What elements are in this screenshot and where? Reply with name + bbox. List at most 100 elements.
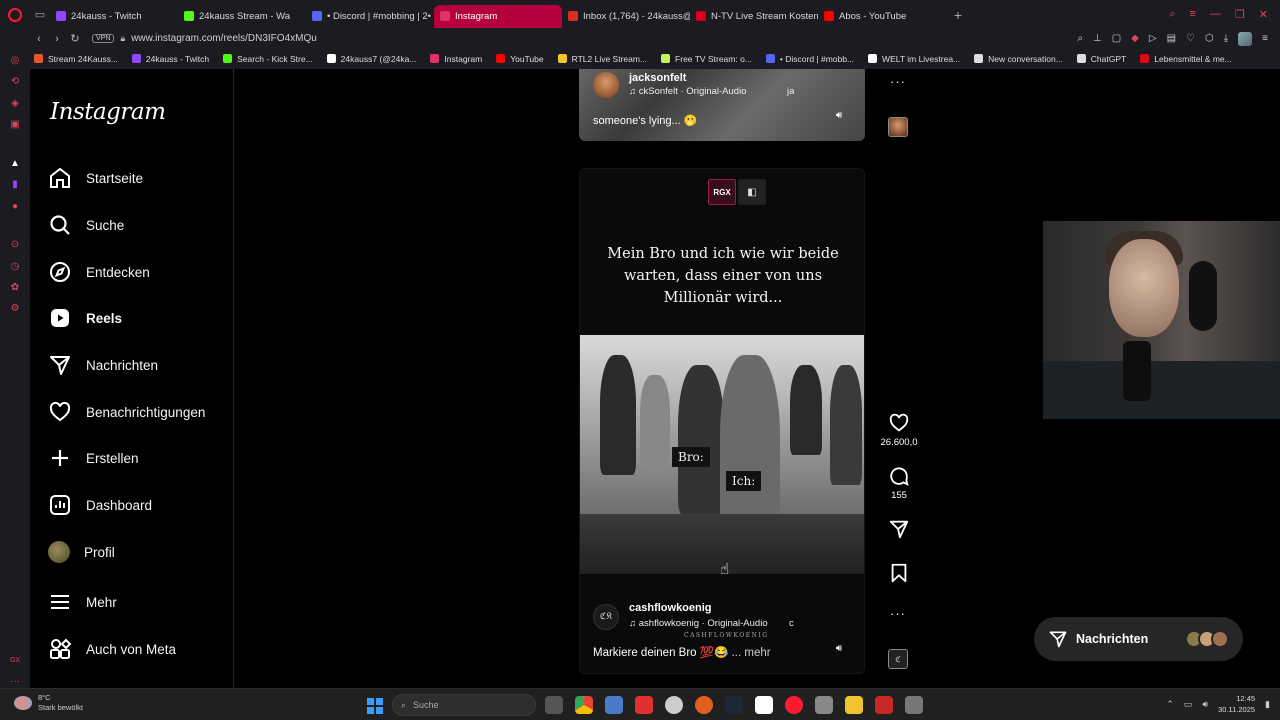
mouse-app-icon[interactable] bbox=[815, 696, 833, 714]
tab-menu-icon[interactable]: ▭ bbox=[30, 0, 50, 29]
bookmark-item[interactable]: Lebensmittel & me... bbox=[1140, 54, 1232, 64]
weather-widget[interactable]: 8°C Stark bewölkt bbox=[14, 693, 83, 713]
bookmark-item[interactable]: 24kauss7 (@24ka... bbox=[326, 54, 416, 64]
opera-taskbar-icon[interactable] bbox=[785, 696, 803, 714]
zoom-icon[interactable]: ⌕ bbox=[1077, 33, 1083, 44]
previous-reel-username[interactable]: jacksonfelt bbox=[629, 72, 686, 84]
new-tab-button[interactable]: + bbox=[946, 7, 970, 23]
nav-reels[interactable]: Reels bbox=[48, 298, 228, 338]
bookmark-item[interactable]: Instagram bbox=[430, 54, 482, 64]
bookmark-item[interactable]: 24kauss - Twitch bbox=[131, 54, 209, 64]
reel-video-frame[interactable]: Bro: Ich: bbox=[580, 335, 864, 574]
clock[interactable]: 12:45 30.11.2025 bbox=[1218, 693, 1255, 715]
bookmark-item[interactable]: • Discord | #mobb... bbox=[765, 54, 854, 64]
browser-tab[interactable]: Inbox (1,764) - 24kauss@ bbox=[562, 5, 690, 28]
browser-tab[interactable]: • Discord | #mobbing | 2• bbox=[306, 5, 434, 28]
bookmark-item[interactable]: Stream 24Kauss... bbox=[34, 54, 118, 64]
minimize-button[interactable]: — bbox=[1210, 8, 1221, 21]
notepad-icon[interactable] bbox=[605, 696, 623, 714]
windows-start-icon[interactable] bbox=[367, 698, 383, 714]
snapshot-icon[interactable]: ▢ bbox=[1112, 33, 1121, 44]
browser-tab[interactable]: 24kauss - Twitch bbox=[50, 5, 178, 28]
previous-reel-audio[interactable]: ♫ ckSonfelt · Original-Audio bbox=[629, 86, 746, 97]
search-tabs-icon[interactable]: ⌕ bbox=[1169, 8, 1175, 21]
tab-stack-icon[interactable]: ≡ bbox=[1189, 8, 1195, 21]
file-explorer-icon[interactable] bbox=[845, 696, 863, 714]
comment-action[interactable]: 155 bbox=[885, 465, 913, 501]
gx-icon[interactable]: ▣ bbox=[8, 118, 22, 131]
url-field[interactable]: www.instagram.com/reels/DN3IFO4xMQu bbox=[131, 33, 317, 44]
bookmark-item[interactable]: Search - Kick Stre... bbox=[223, 54, 313, 64]
player-icon[interactable]: ▷ bbox=[1149, 33, 1157, 44]
task-view-icon[interactable] bbox=[545, 696, 563, 714]
bookmark-item[interactable]: New conversation... bbox=[974, 54, 1063, 64]
steam-icon[interactable] bbox=[725, 696, 743, 714]
wallet-icon[interactable]: ▤ bbox=[1167, 33, 1176, 44]
reel-audio-link[interactable]: ♫ ashflowkoenig · Original-Audio bbox=[629, 618, 768, 629]
previous-reel-avatar[interactable] bbox=[593, 72, 619, 98]
download-icon[interactable]: ⤓ bbox=[1224, 33, 1228, 44]
speed-dial-icon[interactable]: ◎ bbox=[8, 54, 22, 67]
shield-icon[interactable]: ◆ bbox=[1131, 33, 1139, 44]
forward-button[interactable]: › bbox=[48, 33, 66, 45]
chrome-icon[interactable] bbox=[575, 696, 593, 714]
network-icon[interactable]: ▭ bbox=[1184, 699, 1193, 710]
obs-icon[interactable] bbox=[665, 696, 683, 714]
nav-dashboard[interactable]: Dashboard bbox=[48, 485, 228, 525]
messages-button[interactable]: Nachrichten bbox=[1034, 617, 1243, 661]
extensions-sidebar-icon[interactable]: ✿ bbox=[8, 281, 22, 294]
heart-icon[interactable]: ♡ bbox=[1186, 33, 1195, 44]
bookmark-item[interactable]: ChatGPT bbox=[1076, 54, 1126, 64]
bookmark-item[interactable]: RTL2 Live Stream... bbox=[557, 54, 647, 64]
aria-icon[interactable]: ⟲ bbox=[8, 75, 22, 88]
gx-corner-icon[interactable]: GX bbox=[8, 653, 22, 666]
nav-home[interactable]: Startseite bbox=[48, 158, 228, 198]
settings-taskbar-icon[interactable] bbox=[905, 696, 923, 714]
profile-avatar[interactable] bbox=[1238, 31, 1253, 46]
previous-reel-audio-thumb[interactable] bbox=[888, 117, 908, 137]
arrow-icon[interactable]: ▲ bbox=[8, 157, 22, 170]
tray-chevron-icon[interactable]: ⌃ bbox=[1166, 699, 1174, 710]
nav-profile[interactable]: Profil bbox=[48, 532, 228, 572]
reel-player[interactable]: RGX ◧ Mein Bro und ich wie wir beide war… bbox=[579, 168, 865, 674]
instagram-logo[interactable]: Instagram bbox=[50, 99, 166, 125]
speaker-icon[interactable]: 🔊︎ bbox=[1202, 699, 1208, 710]
player-sidebar-icon[interactable]: ⊙ bbox=[8, 238, 22, 251]
taskbar-search[interactable]: ⌕ Suche bbox=[392, 694, 536, 716]
browser-tab[interactable]: Abos - YouTube bbox=[818, 5, 946, 28]
messenger-icon[interactable]: ◈ bbox=[8, 97, 22, 110]
nav-messages[interactable]: Nachrichten bbox=[48, 345, 228, 385]
bookmark-item[interactable]: WELT im Livestrea... bbox=[868, 54, 960, 64]
bookmark-item[interactable]: Free TV Stream: o... bbox=[661, 54, 752, 64]
app-icon[interactable] bbox=[875, 696, 893, 714]
reel-more-icon[interactable]: ··· bbox=[890, 606, 906, 621]
nav-meta[interactable]: Auch von Meta bbox=[48, 629, 228, 669]
epic-icon[interactable] bbox=[755, 696, 773, 714]
nav-notifications[interactable]: Benachrichtigungen bbox=[48, 392, 228, 432]
vpn-badge[interactable]: VPN bbox=[92, 34, 115, 43]
nav-more[interactable]: Mehr bbox=[48, 582, 228, 622]
reel-author-avatar[interactable]: ℭ𝔎 bbox=[593, 604, 619, 630]
menu-icon[interactable]: ≡ bbox=[1262, 33, 1268, 44]
firefox-icon[interactable] bbox=[695, 696, 713, 714]
save-action[interactable] bbox=[885, 562, 913, 584]
notification-icon[interactable]: ▮ bbox=[1265, 699, 1270, 710]
opera-logo-icon[interactable] bbox=[0, 0, 30, 29]
bookmark-item[interactable]: YouTube bbox=[496, 54, 544, 64]
pin-icon[interactable]: ⊥ bbox=[1093, 33, 1102, 44]
volume-icon[interactable]: 🔊︎ bbox=[829, 105, 849, 125]
reel-author-username[interactable]: cashflowkoenig bbox=[629, 602, 712, 614]
caption-more-link[interactable]: ... mehr bbox=[732, 647, 771, 659]
app-red-icon[interactable] bbox=[635, 696, 653, 714]
previous-reel-more-icon[interactable]: ··· bbox=[890, 74, 906, 89]
browser-tab[interactable]: Instagram bbox=[434, 4, 562, 28]
browser-tab[interactable]: N-TV Live Stream Kosten bbox=[690, 5, 818, 28]
nav-search[interactable]: Suche bbox=[48, 205, 228, 245]
back-button[interactable]: ‹ bbox=[30, 33, 48, 45]
more-sidebar-icon[interactable]: ··· bbox=[8, 675, 22, 688]
previous-reel[interactable]: jacksonfelt ♫ ckSonfelt · Original-Audio… bbox=[579, 69, 865, 141]
reload-button[interactable]: ↻ bbox=[66, 32, 84, 45]
youtube-icon[interactable]: ● bbox=[8, 199, 22, 212]
settings-icon[interactable]: ⚙ bbox=[8, 302, 22, 315]
extensions-icon[interactable]: ⬡ bbox=[1205, 33, 1214, 44]
